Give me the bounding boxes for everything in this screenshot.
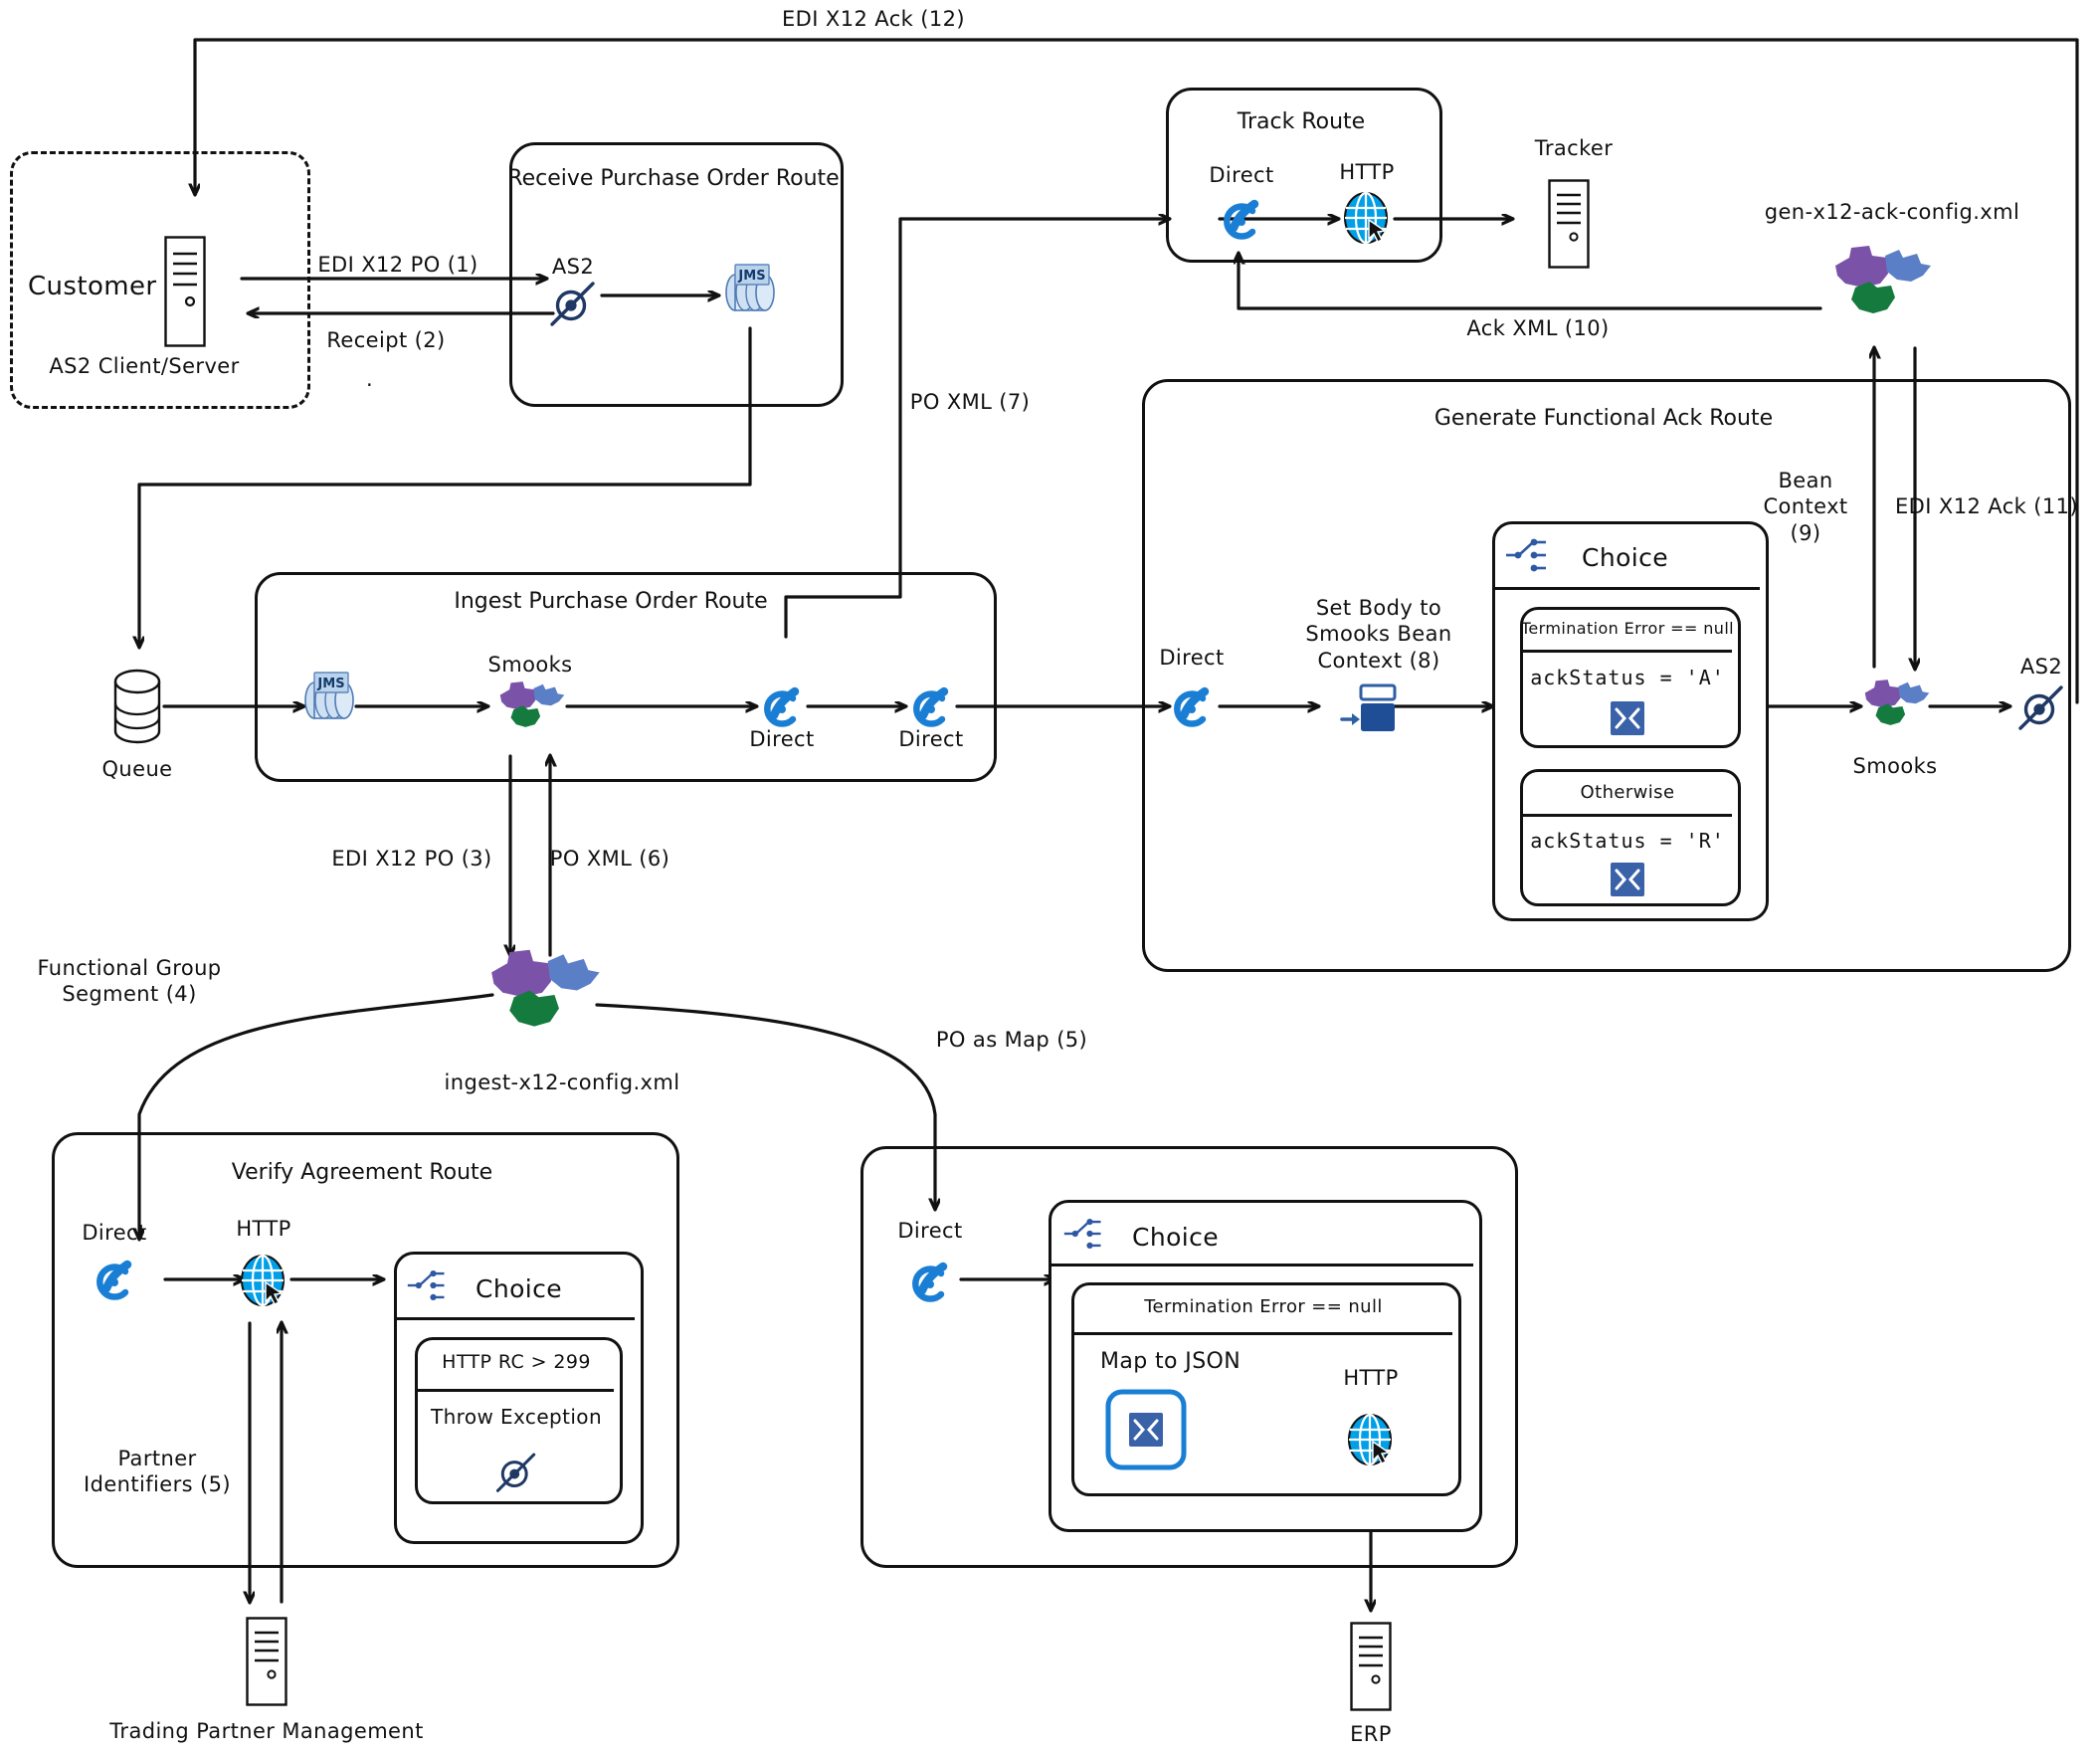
http-globe-icon-track <box>1340 190 1394 248</box>
as2-label-ack: AS2 <box>2019 655 2063 679</box>
verify-route-title: Verify Agreement Route <box>231 1160 493 1185</box>
as2-endpoint-icon-ack <box>2015 680 2067 731</box>
server-icon <box>164 236 206 347</box>
queue-cylinder-icon <box>109 669 165 744</box>
svg-text:JMS: JMS <box>316 677 344 691</box>
choice-icon-erp <box>1062 1217 1106 1251</box>
throw-exception-endpoint-icon <box>493 1448 539 1493</box>
edge-label-edi-x12-ack-11: EDI X12 Ack (11) <box>1895 494 2078 518</box>
branch-divider-ack-1 <box>1523 650 1732 653</box>
choice-title-erp: Choice <box>1132 1223 1220 1252</box>
as2-endpoint-icon <box>547 276 599 327</box>
track-route-title: Track Route <box>1237 109 1366 134</box>
erp-server-icon <box>1350 1622 1392 1711</box>
ingest-config-label: ingest-x12-config.xml <box>444 1071 680 1094</box>
camel-direct-icon-track <box>1218 195 1265 243</box>
camel-direct-icon-ingest-2 <box>907 682 955 730</box>
erp-label: ERP <box>1350 1722 1392 1746</box>
edge-label-partner-identifiers-5: Partner Identifiers (5) <box>84 1447 231 1497</box>
smooks-icon-gen-config <box>1825 240 1935 331</box>
direct-label-ingest-2: Direct <box>898 727 964 751</box>
http-globe-icon-erp <box>1344 1412 1398 1469</box>
map-to-json-transform-button[interactable] <box>1105 1389 1187 1470</box>
http-label-track: HTTP <box>1339 160 1395 184</box>
edge-label-po-xml-7: PO XML (7) <box>909 390 1031 414</box>
jms-queue-icon-ingest: JMS <box>298 672 360 740</box>
edge-label-edi-x12-ack-12: EDI X12 Ack (12) <box>782 7 965 31</box>
diagram-canvas: EDI X12 Ack (12) Customer AS2 Client/Ser… <box>0 0 2100 1753</box>
direct-label-track: Direct <box>1209 163 1274 187</box>
branch-condition-verify-1: HTTP RC > 299 <box>442 1351 591 1373</box>
smooks-label-ingest: Smooks <box>487 653 573 677</box>
edge-label-receipt-2: Receipt (2) <box>326 328 446 352</box>
customer-label: Customer <box>28 272 157 301</box>
trading-partner-management-server-icon <box>246 1617 287 1706</box>
http-label-erp: HTTP <box>1343 1366 1399 1390</box>
set-body-label: Set Body to Smooks Bean Context (8) <box>1305 596 1452 673</box>
branch-action-ack-2: ackStatus = 'R' <box>1530 829 1725 853</box>
set-body-icon <box>1340 682 1402 734</box>
direct-label-ingest-1: Direct <box>749 727 815 751</box>
choice-divider-ack <box>1495 587 1760 590</box>
edge-label-edi-x12-po-1: EDI X12 PO (1) <box>317 253 478 277</box>
direct-label-ack: Direct <box>1159 646 1225 670</box>
branch-divider-verify-1 <box>418 1389 614 1392</box>
trading-partner-management-label: Trading Partner Management <box>109 1719 424 1743</box>
choice-divider-erp <box>1051 1264 1473 1266</box>
camel-direct-icon-verify <box>91 1256 138 1303</box>
edge-label-ack-xml-10: Ack XML (10) <box>1466 316 1610 340</box>
branch-action-verify-1: Throw Exception <box>430 1405 603 1429</box>
smooks-icon-ack <box>1858 675 1932 738</box>
jms-queue-icon-receive: JMS <box>719 264 781 332</box>
http-label-verify: HTTP <box>236 1217 291 1241</box>
edge-label-po-xml-6: PO XML (6) <box>549 847 670 871</box>
customer-sublabel: AS2 Client/Server <box>49 354 240 378</box>
transform-icon-ack-2 <box>1611 863 1644 896</box>
branch-condition-ack-1: Termination Error == null <box>1520 619 1735 638</box>
direct-label-verify: Direct <box>82 1221 147 1245</box>
ingest-route-title: Ingest Purchase Order Route <box>454 589 768 614</box>
edge-label-functional-group-segment-4: Functional Group Segment (4) <box>37 956 222 1007</box>
choice-divider-verify <box>397 1317 635 1320</box>
smooks-icon-ingest-config <box>479 943 605 1047</box>
branch-divider-erp-1 <box>1074 1332 1452 1335</box>
branch-action-ack-1: ackStatus = 'A' <box>1530 666 1725 689</box>
ack-route-title: Generate Functional Ack Route <box>1433 406 1774 431</box>
branch-condition-ack-2: Otherwise <box>1580 782 1675 803</box>
tracker-label: Tracker <box>1534 136 1614 160</box>
choice-title-verify: Choice <box>476 1274 563 1303</box>
dot-mark: . <box>366 367 374 391</box>
svg-text:JMS: JMS <box>737 269 765 284</box>
edge-label-bean-context-9: Bean Context (9) <box>1763 469 1848 545</box>
choice-icon-verify <box>406 1268 450 1302</box>
branch-divider-ack-2 <box>1523 814 1732 817</box>
branch-condition-erp-1: Termination Error == null <box>1144 1296 1383 1317</box>
map-to-json-label: Map to JSON <box>1100 1349 1241 1374</box>
camel-direct-icon-ack <box>1168 682 1216 730</box>
direct-label-erp: Direct <box>897 1219 963 1243</box>
camel-direct-icon-erp <box>906 1258 954 1305</box>
camel-direct-icon-ingest-1 <box>758 682 806 730</box>
gen-ack-config-label: gen-x12-ack-config.xml <box>1764 200 2020 224</box>
choice-title-ack: Choice <box>1582 543 1669 572</box>
edge-label-po-as-map-5: PO as Map (5) <box>935 1028 1088 1052</box>
smooks-label-ack: Smooks <box>1852 754 1938 778</box>
tracker-server-icon <box>1548 179 1590 269</box>
choice-icon-ack <box>1504 537 1552 573</box>
transform-icon-ack-1 <box>1611 701 1644 735</box>
http-globe-icon-verify <box>237 1253 290 1310</box>
receive-route-title: Receive Purchase Order Route <box>507 166 840 191</box>
queue-label: Queue <box>101 757 173 781</box>
edge-label-edi-x12-po-3: EDI X12 PO (3) <box>331 847 492 871</box>
smooks-icon-ingest <box>493 677 567 740</box>
